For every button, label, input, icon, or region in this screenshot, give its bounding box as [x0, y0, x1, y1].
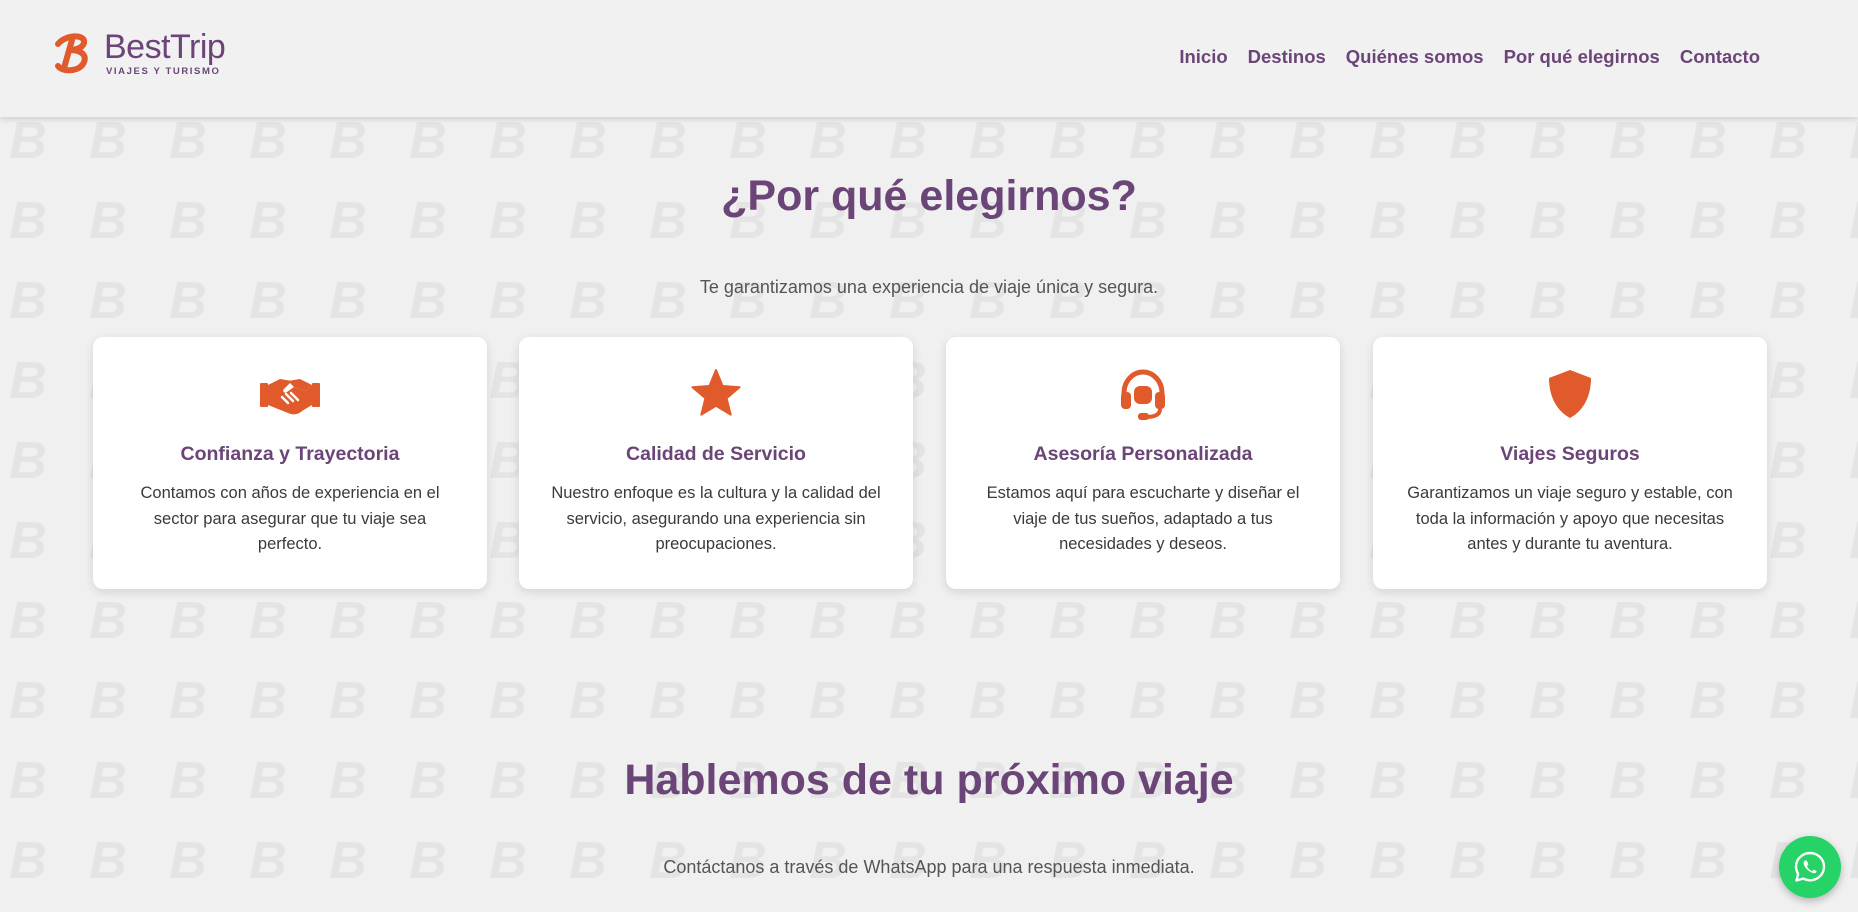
whatsapp-icon: [1794, 851, 1826, 882]
feature-card-viajes-seguros: Viajes Seguros Garantizamos un viaje seg…: [1373, 337, 1767, 589]
logo-mark-icon: [55, 33, 88, 74]
main-nav: Inicio Destinos Quiénes somos Por qué el…: [1179, 46, 1760, 68]
nav-link-quienes-somos[interactable]: Quiénes somos: [1346, 46, 1484, 68]
nav-link-contacto[interactable]: Contacto: [1680, 46, 1760, 68]
feature-title: Calidad de Servicio: [626, 443, 806, 465]
brand-tagline: VIAJES Y TURISMO: [106, 66, 221, 77]
why-title: ¿Por qué elegirnos?: [721, 172, 1137, 220]
headset-icon: [1121, 369, 1165, 420]
feature-text: Garantizamos un viaje seguro y estable, …: [1407, 484, 1733, 553]
feature-title: Confianza y Trayectoria: [180, 443, 400, 465]
site-header: BestTrip VIAJES Y TURISMO Inicio Destino…: [0, 0, 1858, 117]
whatsapp-button[interactable]: [1779, 836, 1841, 898]
feature-card-confianza: Confianza y Trayectoria Contamos con año…: [93, 337, 487, 589]
feature-text: Estamos aquí para escucharte y diseñar e…: [986, 484, 1300, 553]
why-subtitle: Te garantizamos una experiencia de viaje…: [699, 277, 1159, 297]
nav-link-por-que-elegirnos[interactable]: Por qué elegirnos: [1504, 46, 1660, 68]
shield-icon: [1549, 370, 1591, 418]
feature-title: Asesoría Personalizada: [1033, 443, 1253, 465]
contact-title: Hablemos de tu próximo viaje: [624, 756, 1234, 804]
handshake-icon: [260, 379, 320, 415]
feature-text: Contamos con años de experiencia en el s…: [140, 484, 440, 553]
feature-title: Viajes Seguros: [1500, 443, 1640, 465]
features-grid: Confianza y Trayectoria Contamos con año…: [93, 337, 1767, 589]
feature-card-asesoria: Asesoría Personalizada Estamos aquí para…: [946, 337, 1340, 589]
logo[interactable]: BestTrip VIAJES Y TURISMO: [52, 28, 252, 84]
brand-name: BestTrip: [104, 28, 226, 66]
nav-link-destinos[interactable]: Destinos: [1248, 46, 1326, 68]
contact-subtitle: Contáctanos a través de WhatsApp para un…: [663, 857, 1195, 877]
star-icon: [691, 369, 741, 416]
feature-text: Nuestro enfoque es la cultura y la calid…: [551, 484, 881, 553]
feature-card-calidad: Calidad de Servicio Nuestro enfoque es l…: [519, 337, 913, 589]
nav-link-inicio[interactable]: Inicio: [1179, 46, 1227, 68]
